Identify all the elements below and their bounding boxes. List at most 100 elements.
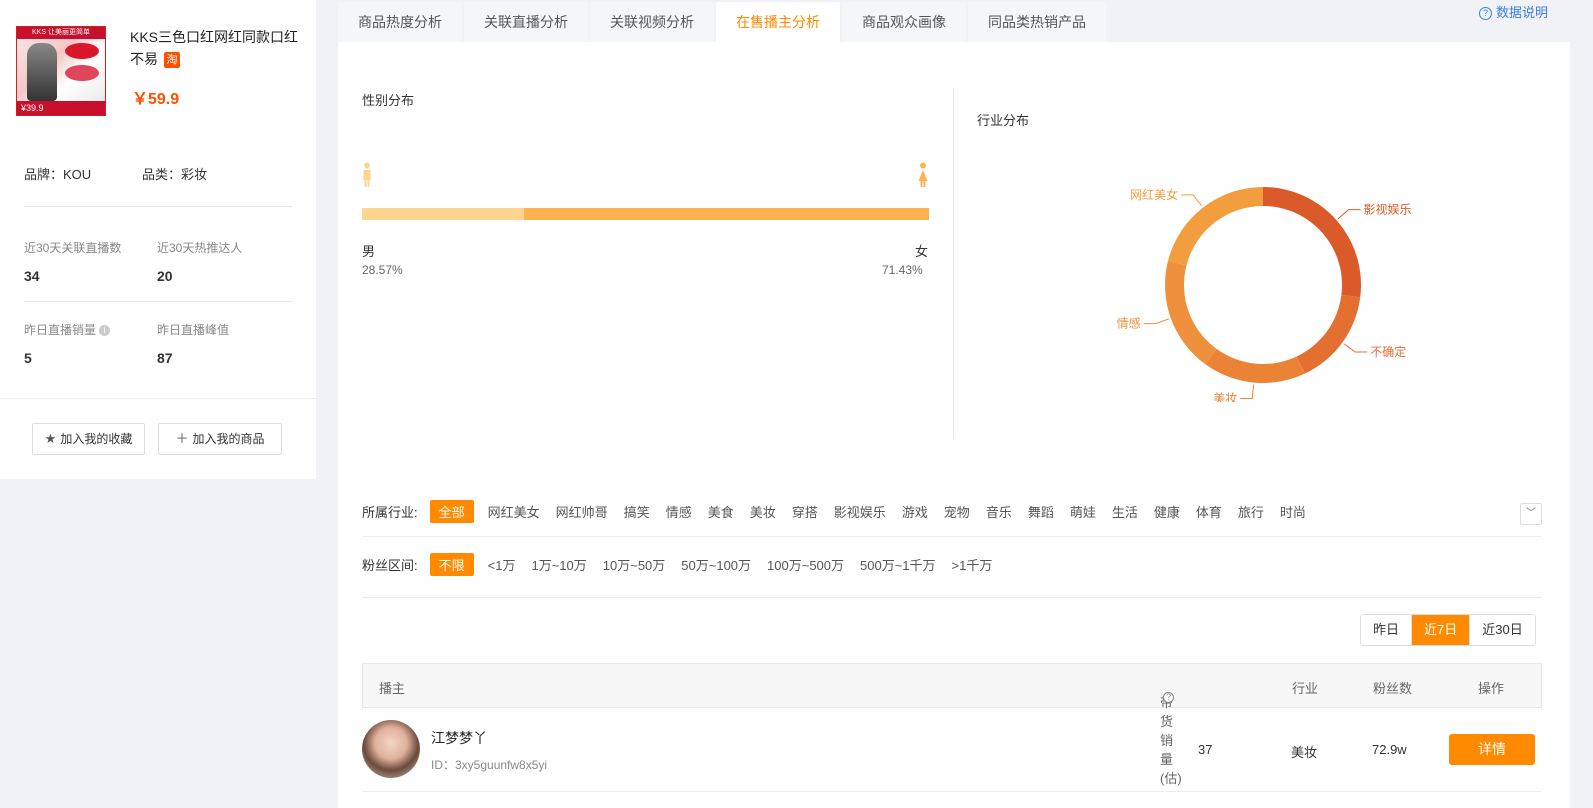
industry-option[interactable]: 体育 [1196,500,1222,523]
industry-option[interactable]: 旅行 [1238,500,1264,523]
brand-label: 品牌：KOU [24,167,92,182]
gender-bar-male [362,208,524,220]
host-name[interactable]: 江梦梦丫 [431,728,487,748]
chevron-down-icon[interactable]: ﹀ [1520,503,1542,525]
industry-option[interactable]: 美妆 [750,500,776,523]
fans-option[interactable]: 不限 [429,553,474,576]
stat-label: 昨日直播峰值 [157,323,230,337]
stat-value: 20 [157,268,173,284]
image-price: ¥39.9 [17,101,105,115]
stat-value: 87 [157,350,173,366]
stat-label: 昨日直播销量 [24,323,97,337]
analysis-tabs: 商品热度分析 关联直播分析 关联视频分析 在售播主分析 商品观众画像 同品类热销产品 [338,2,1108,42]
tab-2[interactable]: 关联视频分析 [590,2,714,42]
industry-option[interactable]: 全部 [429,500,474,523]
industry-option[interactable]: 网红美女 [488,500,540,523]
industry-option[interactable]: 网红帅哥 [556,500,608,523]
fans-option[interactable]: 500万~1千万 [860,553,936,576]
fans-option[interactable]: 50万~100万 [681,553,751,576]
female-label: 女 [915,244,929,259]
industry-title: 行业分布 [977,113,1030,128]
image-lip-swatch [65,43,99,59]
help-label: 数据说明 [1495,5,1548,20]
fans-filter-label: 粉丝区间: [362,558,418,573]
industry-option[interactable]: 音乐 [986,500,1012,523]
fans-option[interactable]: >1千万 [952,553,993,576]
industry-option[interactable]: 舞蹈 [1028,500,1054,523]
col-host: 播主 [379,681,406,696]
donut-leader-line [1143,318,1170,325]
industry-option[interactable]: 影视娱乐 [834,500,886,523]
industry-option[interactable]: 宠物 [944,500,970,523]
button-label: 加入我的商品 [192,432,265,446]
donut-slice-1[interactable] [1296,294,1361,374]
tab-5[interactable]: 同品类热销产品 [968,2,1106,42]
product-title[interactable]: KKS三色口红网红同款口红不易淘 [130,26,300,70]
host-id: ID：3xy5guunfw8x5yi [431,758,548,772]
star-icon: ★ [44,431,57,446]
fans-option[interactable]: 100万~500万 [767,553,844,576]
period-switch: 昨日 近7日 近30日 [1360,614,1536,646]
industry-option[interactable]: 萌娃 [1070,500,1096,523]
donut-slice-4[interactable] [1168,187,1263,266]
fans-option[interactable]: 1万~10万 [531,553,586,576]
industry-option[interactable]: 生活 [1112,500,1138,523]
avatar[interactable] [362,720,420,778]
stat-label: 近30天关联直播数 [24,241,122,255]
donut-label: 影视娱乐 [1364,202,1412,217]
tab-3[interactable]: 在售播主分析 [716,2,840,42]
divider [362,536,1542,537]
add-to-favorites-button[interactable]: ★ 加入我的收藏 [32,423,145,455]
tab-4[interactable]: 商品观众画像 [842,2,966,42]
female-percent: 71.43% [882,263,923,277]
stat-value: 5 [24,350,32,366]
donut-slice-3[interactable] [1165,260,1217,365]
industry-option[interactable]: 时尚 [1280,500,1306,523]
plus-icon: ＋ [175,431,189,446]
period-option[interactable]: 近7日 [1412,615,1471,645]
donut-slice-2[interactable] [1205,348,1305,383]
period-option[interactable]: 近30日 [1470,615,1535,645]
table-header: 播主 带货销量(估) ? 行业 粉丝数 操作 [362,663,1542,786]
table-row: 江梦梦丫 ID：3xy5guunfw8x5yi 37 美妆 72.9w 详情 [362,708,1542,792]
divider [24,301,292,302]
stat-value: 34 [24,268,40,284]
add-to-my-products-button[interactable]: ＋加入我的商品 [158,423,282,455]
donut-leader-line [1337,209,1361,220]
donut-slice-0[interactable] [1263,187,1361,298]
fans-option[interactable]: <1万 [488,553,516,576]
industry-option[interactable]: 健康 [1154,500,1180,523]
button-label: 加入我的收藏 [60,432,133,446]
donut-label: 不确定 [1370,344,1406,359]
tab-0[interactable]: 商品热度分析 [338,2,462,42]
detail-button[interactable]: 详情 [1449,734,1535,765]
question-icon[interactable]: ? [1163,692,1174,703]
image-lip-swatch [65,65,99,81]
section-divider [953,88,954,438]
image-figure [27,43,57,101]
industry-option[interactable]: 美食 [708,500,734,523]
industry-option[interactable]: 穿搭 [792,500,818,523]
stat-hot-influencers: 近30天热推达人 20 [157,239,242,284]
donut-label: 网红美女 [1130,187,1178,202]
stat-label: 近30天热推达人 [157,241,243,255]
tab-1[interactable]: 关联直播分析 [464,2,588,42]
product-image[interactable]: KKS 让美丽更简单 ¥39.9 [16,26,106,116]
data-help-link[interactable]: ? 数据说明 [1478,2,1548,21]
donut-leader-line [1181,194,1203,207]
male-icon [363,162,371,187]
fans-option[interactable]: 10万~50万 [603,553,666,576]
cell-industry: 美妆 [1291,745,1318,760]
industry-option[interactable]: 游戏 [902,500,928,523]
period-option[interactable]: 昨日 [1361,615,1413,645]
info-icon[interactable]: i [99,325,111,337]
gender-bar [362,208,929,220]
donut-label: 美妆 [1213,391,1237,402]
fans-filter: 粉丝区间: 不限 <1万 1万~10万 10万~50万 50万~100万 100万~500万… [362,553,1008,576]
industry-option[interactable]: 情感 [666,500,692,523]
industry-option[interactable]: 搞笑 [624,500,650,523]
donut-leader-line [1240,384,1255,399]
category-label: 品类：彩妆 [142,167,208,182]
product-price: ￥59.9 [132,91,180,108]
tab-content: 性别分布 男 28.57% 女 71.43% 行业分布 影视娱乐 不确定 美妆 情感网… [338,42,1570,808]
